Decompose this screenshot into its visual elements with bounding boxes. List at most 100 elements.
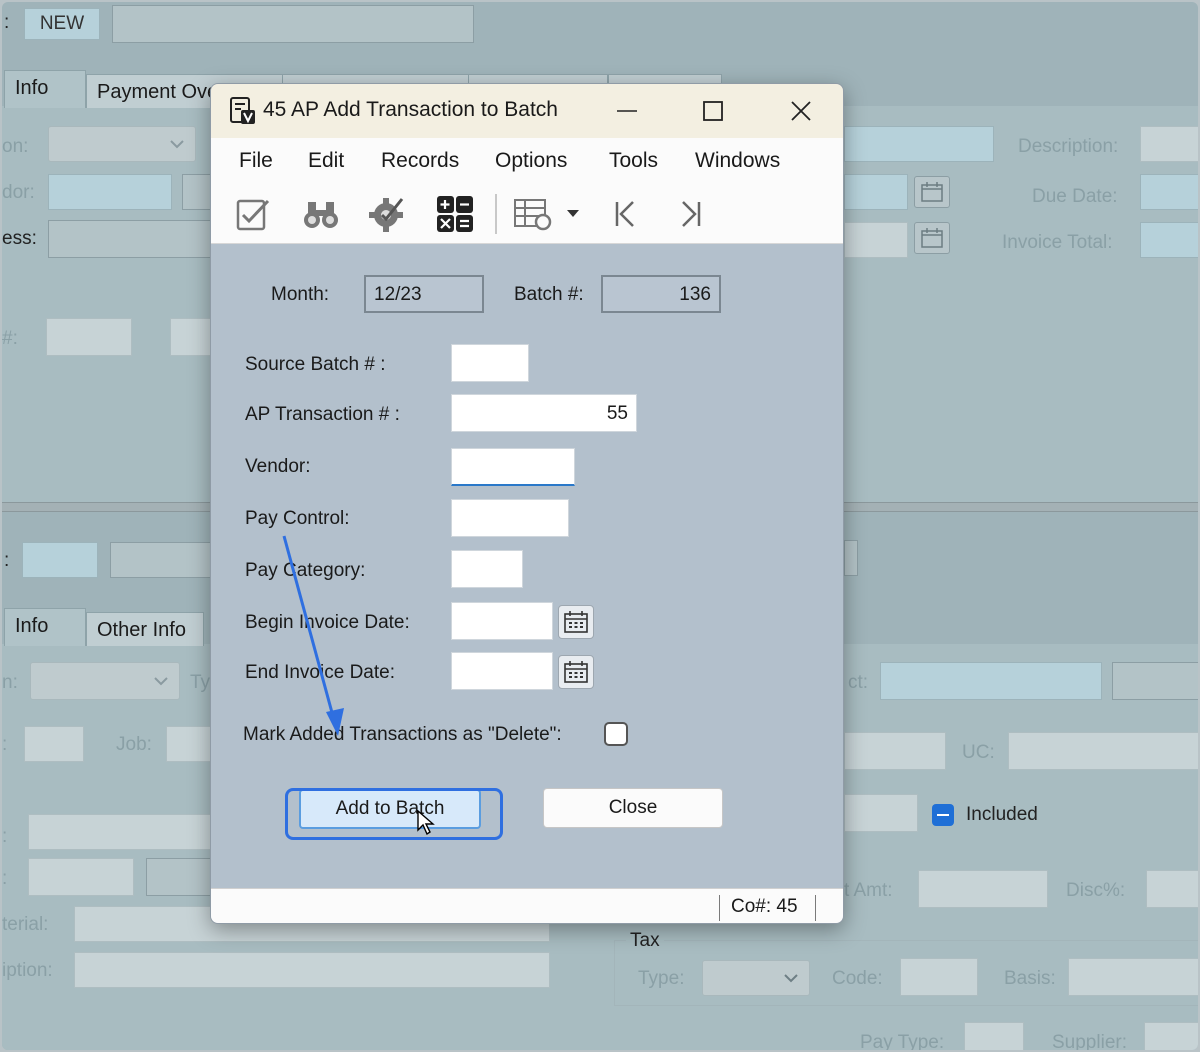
ap-transaction-input[interactable]: 55 [451, 394, 637, 432]
bg-number-field-2[interactable] [170, 318, 212, 356]
end-date-calendar-button[interactable] [558, 655, 594, 689]
bg-account-field-2[interactable] [1112, 662, 1198, 700]
grid-dropdown-button[interactable] [561, 192, 585, 236]
bg-bottom-field-a[interactable] [28, 814, 212, 850]
source-batch-input[interactable] [451, 344, 529, 382]
batch-label: Batch #: [514, 284, 584, 305]
bg-account-field[interactable] [880, 662, 1102, 700]
bg-phase-field[interactable] [24, 726, 84, 762]
bg-location-dropdown[interactable] [48, 126, 196, 162]
bg-colon-3: : [2, 734, 8, 755]
batch-field: 136 [601, 275, 721, 313]
bg-number-field[interactable] [46, 318, 132, 356]
minimize-button[interactable] [605, 92, 649, 130]
bg-vendor-group-field[interactable] [48, 174, 172, 210]
bg-due-date-field[interactable] [1140, 174, 1198, 210]
bg-label-pay-type: Pay Type: [860, 1032, 945, 1050]
vendor-input[interactable] [451, 448, 575, 486]
end-invoice-date-input[interactable] [451, 652, 553, 690]
bg-label-address: ess: [2, 228, 37, 249]
bg-bottom-id-field[interactable] [22, 542, 98, 578]
bg-invoice-total-field[interactable] [1140, 222, 1198, 258]
bg-disc-field[interactable] [1146, 870, 1198, 908]
bg-description-field-2[interactable] [74, 952, 550, 988]
bg-label-tax-code: Code: [832, 968, 883, 989]
status-bar: Co#: 45 [211, 888, 843, 923]
bg-job-field[interactable] [166, 726, 212, 762]
bg-tax-code-field[interactable] [900, 958, 978, 996]
grid-settings-icon [514, 199, 552, 231]
menu-windows[interactable]: Windows [695, 149, 780, 173]
included-checkbox[interactable] [932, 804, 954, 826]
menu-tools[interactable]: Tools [609, 149, 658, 173]
bg-label-tax-type: Type: [638, 968, 685, 989]
click-highlight-annotation [285, 788, 503, 840]
bg-date-field-2[interactable] [844, 222, 908, 258]
calendar-icon[interactable] [914, 176, 950, 208]
bg-amount-field[interactable] [918, 870, 1048, 908]
pay-control-input[interactable] [451, 499, 569, 537]
bg-label-job: Job: [116, 734, 152, 755]
bg-row1-dropdown[interactable] [30, 662, 180, 700]
toolbar [211, 184, 843, 244]
ap-transaction-label: AP Transaction # : [245, 404, 400, 425]
bg-new-field[interactable]: NEW [24, 8, 100, 40]
bg-label-disc: Disc%: [1066, 880, 1126, 901]
bg-right-top-field[interactable] [844, 126, 994, 162]
begin-date-calendar-button[interactable] [558, 605, 594, 639]
bg-colon-4: : [2, 826, 8, 847]
bg-tax-type-dropdown[interactable] [702, 960, 810, 996]
bg-label-vendor: dor: [2, 182, 35, 203]
bg-date-field-1[interactable] [844, 174, 908, 210]
find-button[interactable] [299, 192, 343, 236]
calculator-button[interactable] [433, 192, 477, 236]
source-batch-label: Source Batch # : [245, 354, 386, 375]
mouse-cursor-icon [417, 810, 435, 836]
bg-label-location: on: [2, 136, 29, 157]
bg-bottom-name-field-right[interactable] [844, 540, 858, 576]
bg-header-field[interactable] [112, 5, 474, 43]
bg-label-due-date: Due Date: [1032, 186, 1118, 207]
close-window-button[interactable] [779, 92, 823, 130]
menu-options[interactable]: Options [495, 149, 567, 173]
last-record-button[interactable] [669, 192, 713, 236]
bg-supplier-field[interactable] [1144, 1022, 1198, 1050]
toolbar-separator [495, 194, 497, 234]
bg-label-uc: UC: [962, 742, 995, 763]
menu-edit[interactable]: Edit [308, 149, 344, 173]
calendar-icon[interactable] [914, 222, 950, 254]
edit-checklist-button[interactable] [231, 192, 275, 236]
bg-address-field[interactable] [48, 220, 212, 258]
bg-tab-info[interactable]: Info [4, 70, 86, 108]
bg-label-supplier: Supplier: [1052, 1032, 1127, 1050]
bg-vendor-field[interactable] [182, 174, 212, 210]
bg-tab-other-info[interactable]: Other Info [86, 612, 204, 646]
bg-units-field[interactable] [844, 794, 918, 832]
close-button[interactable]: Close [543, 788, 723, 828]
pay-control-label: Pay Control: [245, 508, 350, 529]
bg-description-field[interactable] [1140, 126, 1198, 162]
grid-settings-button[interactable] [511, 192, 555, 236]
bg-tab-info-2[interactable]: Info [4, 608, 86, 646]
bg-phase-field-2[interactable] [844, 732, 946, 770]
maximize-button[interactable] [691, 92, 735, 130]
bg-label-material: terial: [2, 914, 49, 935]
bg-bottom-field-b[interactable] [28, 858, 134, 896]
bg-label-number: #: [2, 328, 18, 349]
bg-bottom-name-field[interactable] [110, 542, 212, 578]
dialog-titlebar[interactable]: 45 AP Add Transaction to Batch [211, 84, 843, 138]
mark-delete-checkbox[interactable] [604, 722, 628, 746]
bg-label-description: Description: [1018, 136, 1119, 157]
pay-category-input[interactable] [451, 550, 523, 588]
bg-uc-field[interactable] [1008, 732, 1198, 770]
bg-tax-basis-field[interactable] [1068, 958, 1198, 996]
menu-file[interactable]: File [239, 149, 273, 173]
bg-pay-type-field[interactable] [964, 1022, 1024, 1050]
process-button[interactable] [365, 192, 409, 236]
dropdown-arrow-icon [567, 210, 579, 217]
first-record-button[interactable] [603, 192, 647, 236]
annotation-arrow-icon [282, 535, 344, 736]
menu-records[interactable]: Records [381, 149, 459, 173]
bg-bottom-field-c[interactable] [146, 858, 212, 896]
begin-invoice-date-input[interactable] [451, 602, 553, 640]
